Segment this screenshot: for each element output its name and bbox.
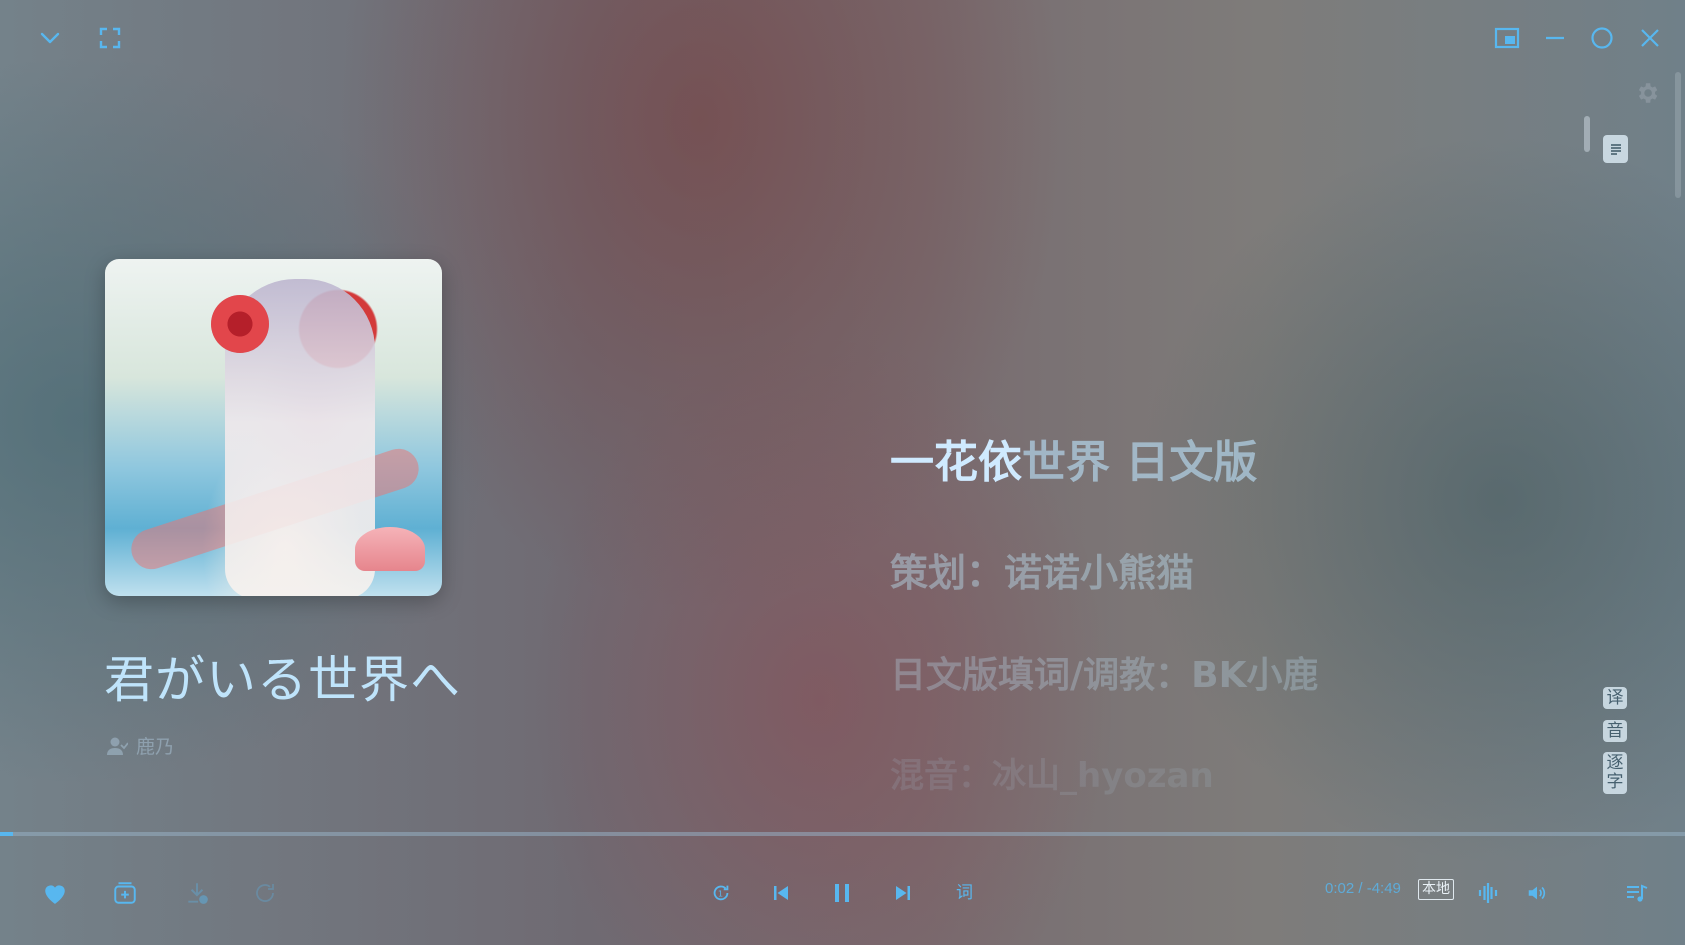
lyric-remaining-part: 世界 日文版 (1022, 437, 1258, 488)
gear-icon (1638, 83, 1658, 103)
playlist-music-icon (1627, 884, 1648, 902)
lyrics-scrollbar[interactable] (1584, 116, 1590, 152)
repeat-one-button[interactable]: 1 (704, 876, 738, 910)
volume-button[interactable] (1520, 876, 1554, 910)
pause-icon (835, 884, 849, 902)
lyrics-panel-button[interactable] (1603, 135, 1628, 163)
skip-next-icon (896, 886, 910, 900)
word-by-word-toggle[interactable]: 逐字 (1603, 752, 1627, 794)
song-title: 君がいる世界へ (104, 651, 461, 709)
download-done-icon (188, 883, 208, 904)
close-button[interactable] (1634, 22, 1666, 54)
phonetic-toggle[interactable]: 音 (1603, 720, 1627, 742)
fullscreen-icon (99, 27, 121, 49)
progress-bar[interactable] (0, 832, 1685, 836)
progress-fill (0, 832, 13, 836)
translate-toggle[interactable]: 译 (1603, 687, 1627, 709)
maximize-button[interactable] (1586, 22, 1618, 54)
fullscreen-button[interactable] (94, 22, 126, 54)
user-icon (107, 737, 128, 755)
share-button[interactable] (248, 876, 282, 910)
skip-previous-icon (774, 886, 788, 900)
source-badge: 本地 (1418, 879, 1454, 900)
playlist-queue-button[interactable] (1620, 876, 1654, 910)
next-button[interactable] (886, 876, 920, 910)
document-lines-icon (1610, 144, 1621, 155)
page-scrollbar[interactable] (1675, 72, 1681, 198)
waveform-icon (1478, 883, 1498, 903)
download-button[interactable] (180, 876, 214, 910)
previous-button[interactable] (764, 876, 798, 910)
add-to-playlist-icon (114, 882, 136, 904)
lyric-line[interactable]: 日文版填词/调教：BK小鹿 (890, 646, 1319, 698)
lyric-line[interactable]: 策划：诺诺小熊猫 (890, 542, 1194, 597)
heart-icon (45, 885, 65, 904)
minimize-icon (1546, 36, 1564, 40)
audio-effects-button[interactable] (1471, 876, 1505, 910)
pause-button[interactable] (825, 876, 859, 910)
picture-in-picture-icon (1494, 27, 1520, 49)
desktop-lyrics-button[interactable]: 词 (956, 878, 973, 903)
share-arrow-icon (256, 884, 274, 902)
album-cover (105, 259, 442, 596)
minimize-button[interactable] (1539, 22, 1571, 54)
like-button[interactable] (38, 876, 72, 910)
chevron-down-icon (40, 32, 60, 44)
lyric-line[interactable]: 混音：冰山_hyozan (890, 748, 1214, 797)
mini-mode-button[interactable] (1491, 22, 1523, 54)
repeat-one-icon: 1 (713, 885, 729, 901)
lyric-highlighted-part: 一花依 (890, 437, 1022, 488)
collapse-player-button[interactable] (34, 22, 66, 54)
settings-button[interactable] (1632, 78, 1662, 108)
artist-name[interactable]: 鹿乃 (136, 732, 174, 759)
svg-text:1: 1 (718, 889, 723, 899)
close-icon (1641, 29, 1659, 47)
speaker-icon (1528, 886, 1546, 900)
artist-row[interactable]: 鹿乃 (106, 732, 174, 759)
time-display: 0:02 / -4:49 (1325, 880, 1401, 897)
lyric-line-current[interactable]: 一花依世界 日文版 (890, 426, 1257, 490)
maximize-circle-icon (1591, 27, 1613, 49)
add-to-playlist-button[interactable] (108, 876, 142, 910)
